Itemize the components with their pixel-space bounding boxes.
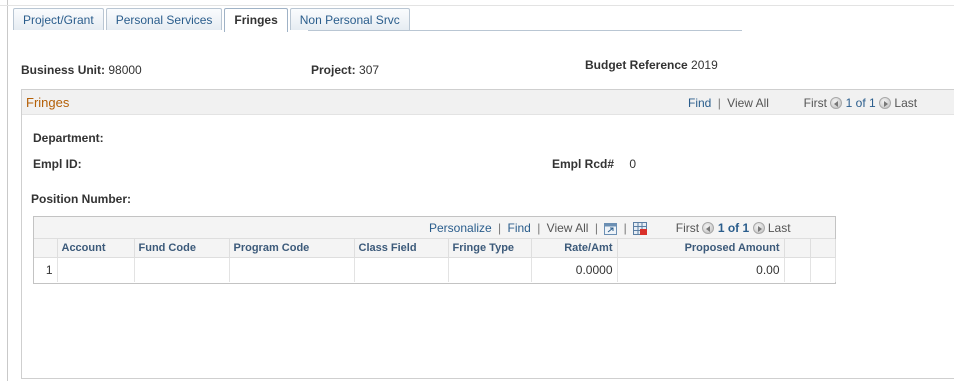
next-arrow-icon[interactable] (879, 97, 892, 109)
fund-code-cell (134, 257, 230, 282)
business-unit-value: 98000 (108, 63, 142, 77)
budget-reference-field: Budget Reference 2019 (585, 58, 718, 72)
grid-find-link[interactable]: Find (508, 221, 531, 235)
column-header-blank-1 (784, 239, 811, 258)
frame-left-border (7, 0, 8, 381)
tab-bar: Project/Grant Personal Services Fringes … (13, 8, 412, 32)
first-arrow-icon[interactable] (702, 222, 715, 234)
fringe-type-cell (448, 257, 532, 282)
table-header-row: Account Fund Code Program Code Class Fie… (34, 239, 836, 258)
project-value: 307 (359, 63, 380, 77)
program-code-cell (229, 257, 355, 282)
tab-project-grant[interactable]: Project/Grant (13, 8, 104, 30)
department-label: Department: (33, 131, 104, 145)
tab-fringes[interactable]: Fringes (224, 8, 288, 32)
nav-divider: | (498, 221, 502, 235)
column-header-account[interactable]: Account (57, 239, 135, 258)
nav-divider: | (717, 96, 721, 110)
column-header-fringe-type[interactable]: Fringe Type (448, 239, 532, 258)
fringes-grid: Personalize | Find | View All | | First … (33, 216, 836, 284)
column-header-rate-amt[interactable]: Rate/Amt (531, 239, 618, 258)
grid-view-all-link[interactable]: View All (547, 221, 589, 235)
column-header-fund-code[interactable]: Fund Code (134, 239, 230, 258)
next-arrow-icon[interactable] (752, 222, 765, 234)
budget-reference-value: 2019 (691, 58, 718, 72)
budget-reference-label: Budget Reference (585, 58, 688, 72)
grid-page-info: 1 of 1 (717, 221, 750, 235)
rate-amt-cell: 0.0000 (531, 257, 618, 282)
download-grid-icon[interactable] (633, 222, 648, 238)
fringes-view-all-link[interactable]: View All (727, 96, 769, 110)
empl-id-label: Empl ID: (33, 157, 82, 171)
empl-rcd-field: Empl Rcd# 0 (552, 157, 636, 171)
grid-navigation-bar: Personalize | Find | View All | | First … (34, 217, 835, 239)
fringes-first-label: First (803, 96, 827, 110)
grid-last-label: Last (767, 221, 791, 235)
blank-cell-1 (784, 257, 811, 282)
table-row: 1 0.0000 0.00 (34, 257, 836, 282)
position-number-label: Position Number: (31, 192, 132, 206)
grid-navigation: Personalize | Find | View All | | First … (429, 221, 791, 238)
account-cell (57, 257, 135, 282)
fringes-table: Account Fund Code Program Code Class Fie… (34, 239, 836, 282)
business-unit-field: Business Unit: 98000 (21, 63, 142, 77)
zoom-icon[interactable] (604, 223, 618, 238)
frame-top-border (0, 5, 954, 6)
fringes-page-info: 1 of 1 (845, 96, 876, 110)
blank-cell-2 (810, 257, 836, 282)
empl-rcd-value: 0 (629, 157, 637, 171)
proposed-amount-cell: 0.00 (617, 257, 785, 282)
project-field: Project: 307 (311, 63, 379, 77)
fringes-navigation: Find | View All First 1 of 1 Last (688, 96, 917, 110)
fringes-group-title: Fringes (26, 95, 70, 110)
nav-divider: | (623, 221, 627, 235)
tab-personal-services[interactable]: Personal Services (105, 8, 223, 30)
column-header-class-field[interactable]: Class Field (354, 239, 449, 258)
fringes-find-link[interactable]: Find (688, 96, 711, 110)
fringes-group-header: Fringes Find | View All First 1 of 1 Las… (22, 90, 954, 115)
business-unit-label: Business Unit: (21, 63, 106, 77)
tab-underline (308, 30, 742, 31)
column-header-blank-2 (810, 239, 836, 258)
tab-non-personal-srvc[interactable]: Non Personal Srvc (289, 8, 410, 30)
nav-divider: | (537, 221, 541, 235)
personalize-link[interactable]: Personalize (429, 221, 492, 235)
project-label: Project: (311, 63, 356, 77)
column-header-proposed-amount[interactable]: Proposed Amount (617, 239, 785, 258)
class-field-cell (354, 257, 449, 282)
empl-rcd-label: Empl Rcd# (552, 157, 615, 171)
nav-divider: | (594, 221, 598, 235)
fringes-last-label: Last (894, 96, 918, 110)
first-arrow-icon[interactable] (830, 97, 843, 109)
column-header-program-code[interactable]: Program Code (229, 239, 355, 258)
row-number-cell: 1 (34, 257, 58, 282)
column-header-row-number (34, 239, 58, 258)
grid-first-label: First (675, 221, 700, 235)
